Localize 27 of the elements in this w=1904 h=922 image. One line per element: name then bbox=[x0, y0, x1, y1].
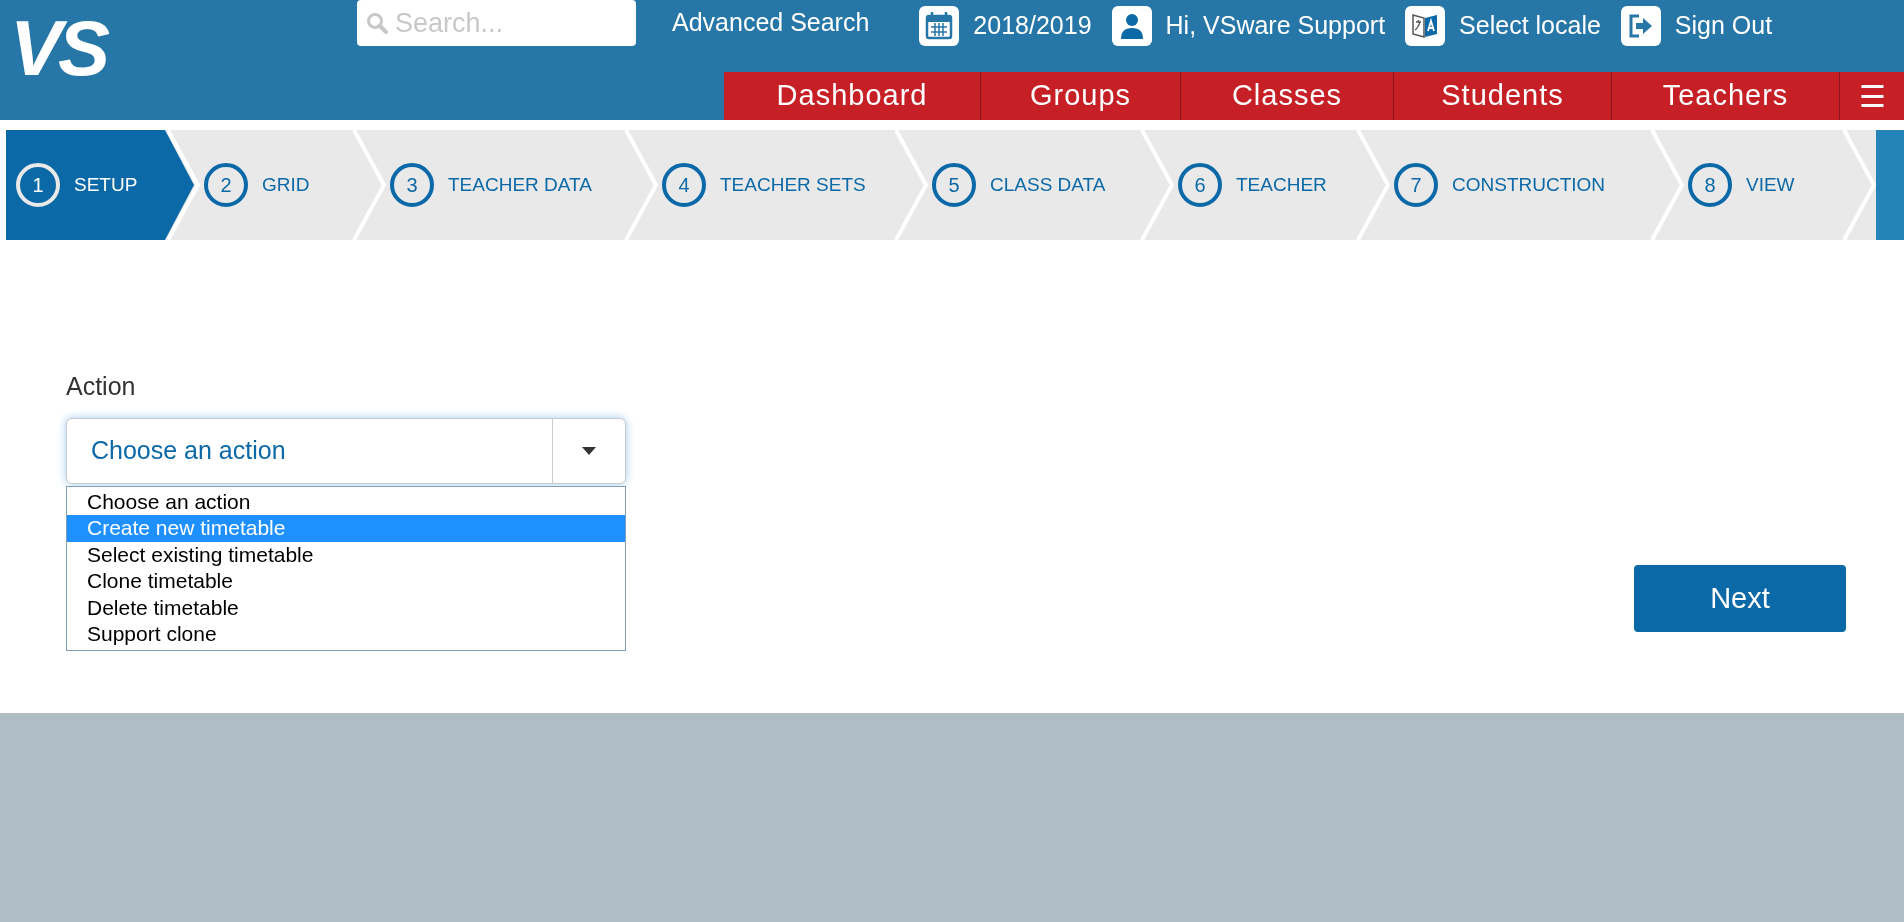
user-icon[interactable] bbox=[1111, 6, 1152, 46]
dropdown-option[interactable]: Clone timetable bbox=[67, 568, 625, 595]
calendar-icon[interactable] bbox=[919, 6, 960, 46]
logo[interactable]: VS bbox=[8, 8, 121, 88]
search-icon bbox=[366, 12, 388, 34]
nav-tab[interactable]: Students bbox=[1394, 72, 1612, 120]
select-locale-link[interactable]: Select locale bbox=[1459, 7, 1601, 45]
school-year[interactable]: 2018/2019 bbox=[973, 7, 1092, 45]
dropdown-option[interactable]: Delete timetable bbox=[67, 594, 625, 621]
nav-tab[interactable]: Groups bbox=[981, 72, 1181, 120]
dropdown-option[interactable]: Select existing timetable bbox=[67, 541, 625, 568]
sign-out-link[interactable]: Sign Out bbox=[1674, 7, 1773, 45]
translate-icon[interactable] bbox=[1405, 6, 1446, 46]
menu-icon[interactable]: ☰ bbox=[1840, 72, 1904, 120]
advanced-search-link[interactable]: Advanced Search bbox=[672, 4, 870, 42]
dropdown-option[interactable]: Support clone bbox=[67, 621, 625, 648]
field-label: Action bbox=[66, 371, 137, 402]
nav-tab[interactable]: Dashboard bbox=[724, 72, 981, 120]
nav-tab[interactable]: Teachers bbox=[1612, 72, 1840, 120]
dropdown-option[interactable]: Create new timetable bbox=[67, 515, 625, 542]
action-select[interactable]: Choose an action bbox=[66, 417, 626, 484]
caret-icon bbox=[582, 446, 596, 455]
nav-tab[interactable]: Classes bbox=[1181, 72, 1394, 120]
next-button[interactable]: Next bbox=[1634, 565, 1846, 632]
user-greeting[interactable]: Hi, VSware Support bbox=[1165, 7, 1386, 45]
dropdown-option[interactable]: Choose an action bbox=[67, 488, 625, 515]
sign-out-icon[interactable] bbox=[1620, 6, 1661, 46]
